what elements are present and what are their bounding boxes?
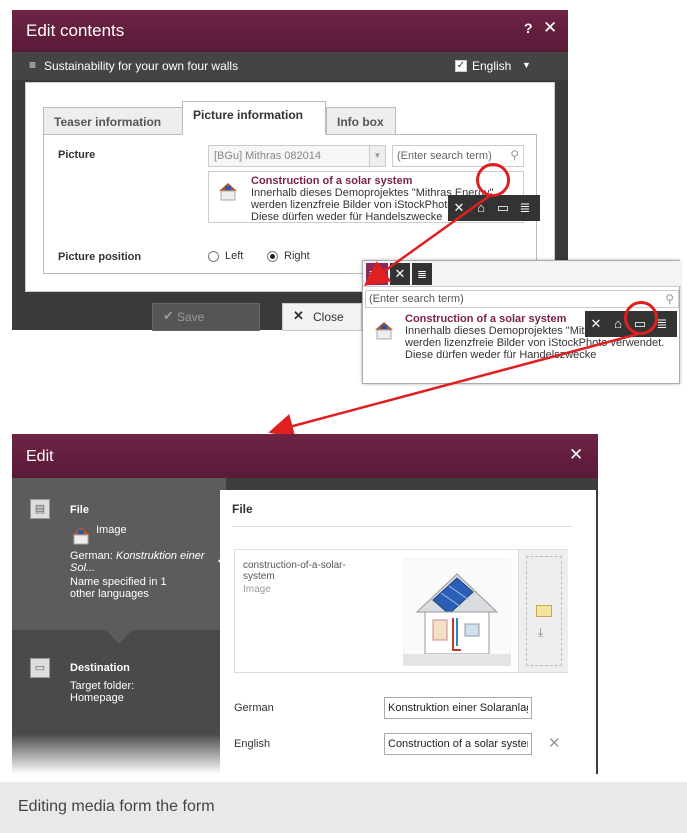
close-icon[interactable]: ✕ <box>569 445 583 465</box>
dialog-header: Edit ✕ <box>12 434 598 478</box>
edit-dialog: Edit ✕ ▤ File Image German: Konstruktion… <box>12 434 598 774</box>
folder-icon: ▭ <box>30 658 50 678</box>
file-type: Image <box>243 584 271 595</box>
arrow-to-callout <box>363 192 493 286</box>
sidebar-item-file[interactable]: ▤ File Image German: Konstruktion einer … <box>12 478 226 644</box>
file-name: construction-of-a-solar-system <box>243 560 346 582</box>
remove-language-icon[interactable]: ✕ <box>548 734 561 752</box>
drop-area[interactable]: ⤓ <box>526 556 562 666</box>
dialog-title: Edit <box>26 448 54 465</box>
divider <box>232 526 572 527</box>
file-language-note: Name specified in 1 other languages <box>70 576 167 600</box>
file-german-name: German: Konstruktion einer Sol... <box>70 550 206 574</box>
file-heading: File <box>70 504 89 516</box>
download-icon[interactable]: ⤓ <box>538 625 543 640</box>
destination-value: Homepage <box>70 692 124 704</box>
german-label: German <box>234 702 274 714</box>
panel-heading: File <box>232 502 253 516</box>
upload-drop-zone[interactable]: ⤓ <box>518 550 568 672</box>
destination-heading: Destination <box>70 662 130 674</box>
english-label: English <box>234 738 271 750</box>
fade-overlay <box>12 734 226 774</box>
german-label: German: <box>70 550 113 562</box>
destination-label: Target folder: <box>70 680 135 692</box>
tab-picture-information[interactable]: Picture information <box>182 101 326 135</box>
sidebar: ▤ File Image German: Konstruktion einer … <box>12 478 226 774</box>
document-icon: ▤ <box>30 499 50 519</box>
image-thumbnail-icon <box>72 527 90 545</box>
image-file-icon <box>536 605 552 617</box>
file-type: Image <box>96 524 127 536</box>
english-name-field[interactable] <box>384 733 532 755</box>
solar-house-image <box>403 558 511 666</box>
caption-bar: Editing media form the form <box>0 782 687 833</box>
file-preview: construction-of-a-solar-system Image ⤓ <box>234 549 568 673</box>
figure-caption: Editing media form the form <box>18 798 215 815</box>
file-panel: File construction-of-a-solar-system Imag… <box>220 490 596 774</box>
german-name-field[interactable] <box>384 697 532 719</box>
section-pointer <box>106 630 132 644</box>
arrow-to-edit-dialog <box>268 332 639 439</box>
